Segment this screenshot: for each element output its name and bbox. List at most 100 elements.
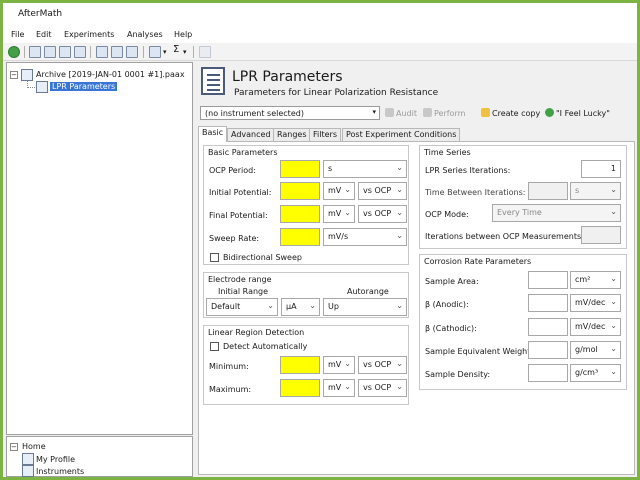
sample-density-unit-select[interactable]: g/cm³ ⌄ xyxy=(570,364,621,382)
beta-cathodic-input[interactable] xyxy=(528,318,568,336)
tree-item-archive[interactable]: Archive [2019-JAN-01 0001 #1].paax xyxy=(36,70,185,79)
home-tree: − Home My Profile Instruments xyxy=(6,436,193,477)
bidirectional-sweep-checkbox[interactable] xyxy=(210,253,219,262)
chevron-down-icon[interactable]: ▾ xyxy=(163,48,167,56)
paste-icon[interactable] xyxy=(126,46,138,58)
create-copy-button[interactable]: Create copy xyxy=(481,108,540,118)
initial-potential-input[interactable] xyxy=(280,182,320,200)
autorange-select[interactable]: Up ⌄ xyxy=(323,298,407,316)
lpr-series-iterations-input[interactable]: 1 xyxy=(581,160,621,178)
tree-item-lpr-parameters[interactable]: LPR Parameters xyxy=(50,82,118,91)
instrument-select[interactable]: (no instrument selected) ▾ xyxy=(200,106,380,120)
chevron-down-icon: ⌄ xyxy=(267,301,274,310)
sample-equivalent-weight-unit-select[interactable]: g/mol ⌄ xyxy=(570,341,621,359)
chevron-down-icon: ⌄ xyxy=(396,231,403,240)
maximum-input[interactable] xyxy=(280,379,320,397)
tab-ranges[interactable]: Ranges xyxy=(273,128,311,141)
group-title: Basic Parameters xyxy=(208,148,278,157)
final-potential-label: Final Potential: xyxy=(209,211,268,220)
minimum-input[interactable] xyxy=(280,356,320,374)
toolbar-separator xyxy=(90,46,91,58)
lpr-series-iterations-label: LPR Series Iterations: xyxy=(425,166,511,175)
menu-file[interactable]: File xyxy=(11,30,24,39)
chevron-down-icon: ⌄ xyxy=(610,344,617,353)
tab-filters[interactable]: Filters xyxy=(309,128,341,141)
new-archive-icon[interactable] xyxy=(29,46,41,58)
toolbar: ▾ Σ ▾ xyxy=(3,43,637,61)
instruments-icon xyxy=(22,465,34,477)
sample-area-unit-select[interactable]: cm² ⌄ xyxy=(570,271,621,289)
corrosion-rate-group: Corrosion Rate Parameters Sample Area: c… xyxy=(419,254,627,390)
app-window: AfterMath File Edit Experiments Analyses… xyxy=(3,3,637,477)
chevron-down-icon: ⌄ xyxy=(396,382,403,391)
sample-density-label: Sample Density: xyxy=(425,370,491,379)
tab-advanced[interactable]: Advanced xyxy=(227,128,275,141)
sample-area-input[interactable] xyxy=(528,271,568,289)
iterations-between-ocp-input xyxy=(581,226,621,244)
ocp-mode-select: Every Time ⌄ xyxy=(492,204,621,222)
save-as-icon[interactable] xyxy=(74,46,86,58)
tab-basic[interactable]: Basic xyxy=(198,126,228,142)
sample-equivalent-weight-input[interactable] xyxy=(528,341,568,359)
electrode-range-group: Electrode range Initial Range Autorange … xyxy=(203,272,409,318)
collapse-icon[interactable]: − xyxy=(10,71,18,79)
range-unit-select[interactable]: µA ⌄ xyxy=(281,298,320,316)
menu-experiments[interactable]: Experiments xyxy=(64,30,114,39)
archive-tree: − Archive [2019-JAN-01 0001 #1].paax LPR… xyxy=(6,62,193,435)
initial-range-select[interactable]: Default ⌄ xyxy=(206,298,278,316)
final-potential-ref-select[interactable]: vs OCP ⌄ xyxy=(358,205,407,223)
maximum-ref-select[interactable]: vs OCP ⌄ xyxy=(358,379,407,397)
tree-item-home[interactable]: Home xyxy=(22,442,46,451)
ocp-period-unit-select[interactable]: s ⌄ xyxy=(323,160,407,178)
group-title: Time Series xyxy=(424,148,471,157)
time-between-iterations-label: Time Between Iterations: xyxy=(425,188,526,197)
collapse-icon[interactable]: − xyxy=(10,443,18,451)
chevron-down-icon[interactable]: ▾ xyxy=(183,48,187,56)
menu-bar: File Edit Experiments Analyses Help xyxy=(3,25,637,43)
chevron-down-icon: ⌄ xyxy=(610,297,617,306)
sample-density-input[interactable] xyxy=(528,364,568,382)
save-icon[interactable] xyxy=(59,46,71,58)
minimum-ref-select[interactable]: vs OCP ⌄ xyxy=(358,356,407,374)
detect-automatically-checkbox[interactable] xyxy=(210,342,219,351)
initial-range-label: Initial Range xyxy=(218,287,269,296)
feel-lucky-button[interactable]: "I Feel Lucky" xyxy=(545,108,610,118)
basic-parameters-group: Basic Parameters OCP Period: s ⌄ Initial … xyxy=(203,145,409,265)
maximum-unit-select[interactable]: mV ⌄ xyxy=(323,379,355,397)
time-series-group: Time Series LPR Series Iterations: 1 Tim… xyxy=(419,145,627,249)
profile-icon xyxy=(22,453,34,465)
beta-anodic-label: β (Anodic): xyxy=(425,300,469,309)
page-title: LPR Parameters xyxy=(232,69,343,85)
menu-analyses[interactable]: Analyses xyxy=(127,30,163,39)
beta-anodic-input[interactable] xyxy=(528,294,568,312)
beta-cathodic-unit-select[interactable]: mV/dec ⌄ xyxy=(570,318,621,336)
cut-icon[interactable] xyxy=(96,46,108,58)
chevron-down-icon: ⌄ xyxy=(396,359,403,368)
tree-item-my-profile[interactable]: My Profile xyxy=(36,455,75,464)
copy-icon[interactable] xyxy=(111,46,123,58)
chevron-down-icon: ⌄ xyxy=(396,163,403,172)
back-icon[interactable] xyxy=(8,46,20,58)
initial-potential-label: Initial Potential: xyxy=(209,188,272,197)
final-potential-unit-select[interactable]: mV ⌄ xyxy=(323,205,355,223)
initial-potential-ref-select[interactable]: vs OCP ⌄ xyxy=(358,182,407,200)
sweep-rate-input[interactable] xyxy=(280,228,320,246)
menu-edit[interactable]: Edit xyxy=(36,30,52,39)
group-title: Linear Region Detection xyxy=(208,328,305,337)
sweep-rate-unit-select[interactable]: mV/s ⌄ xyxy=(323,228,407,246)
tree-item-instruments[interactable]: Instruments xyxy=(36,467,84,476)
ocp-period-label: OCP Period: xyxy=(209,166,256,175)
title-bar: AfterMath xyxy=(3,3,637,25)
final-potential-input[interactable] xyxy=(280,205,320,223)
chevron-down-icon: ⌄ xyxy=(396,301,403,310)
beta-anodic-unit-select[interactable]: mV/dec ⌄ xyxy=(570,294,621,312)
open-icon[interactable] xyxy=(44,46,56,58)
minimum-unit-select[interactable]: mV ⌄ xyxy=(323,356,355,374)
menu-help[interactable]: Help xyxy=(174,30,192,39)
check-icon xyxy=(545,108,554,117)
tab-post-experiment[interactable]: Post Experiment Conditions xyxy=(342,128,461,141)
initial-potential-unit-select[interactable]: mV ⌄ xyxy=(323,182,355,200)
detect-automatically-label: Detect Automatically xyxy=(223,342,308,351)
ocp-period-input[interactable] xyxy=(280,160,320,178)
experiment-icon[interactable] xyxy=(149,46,161,58)
